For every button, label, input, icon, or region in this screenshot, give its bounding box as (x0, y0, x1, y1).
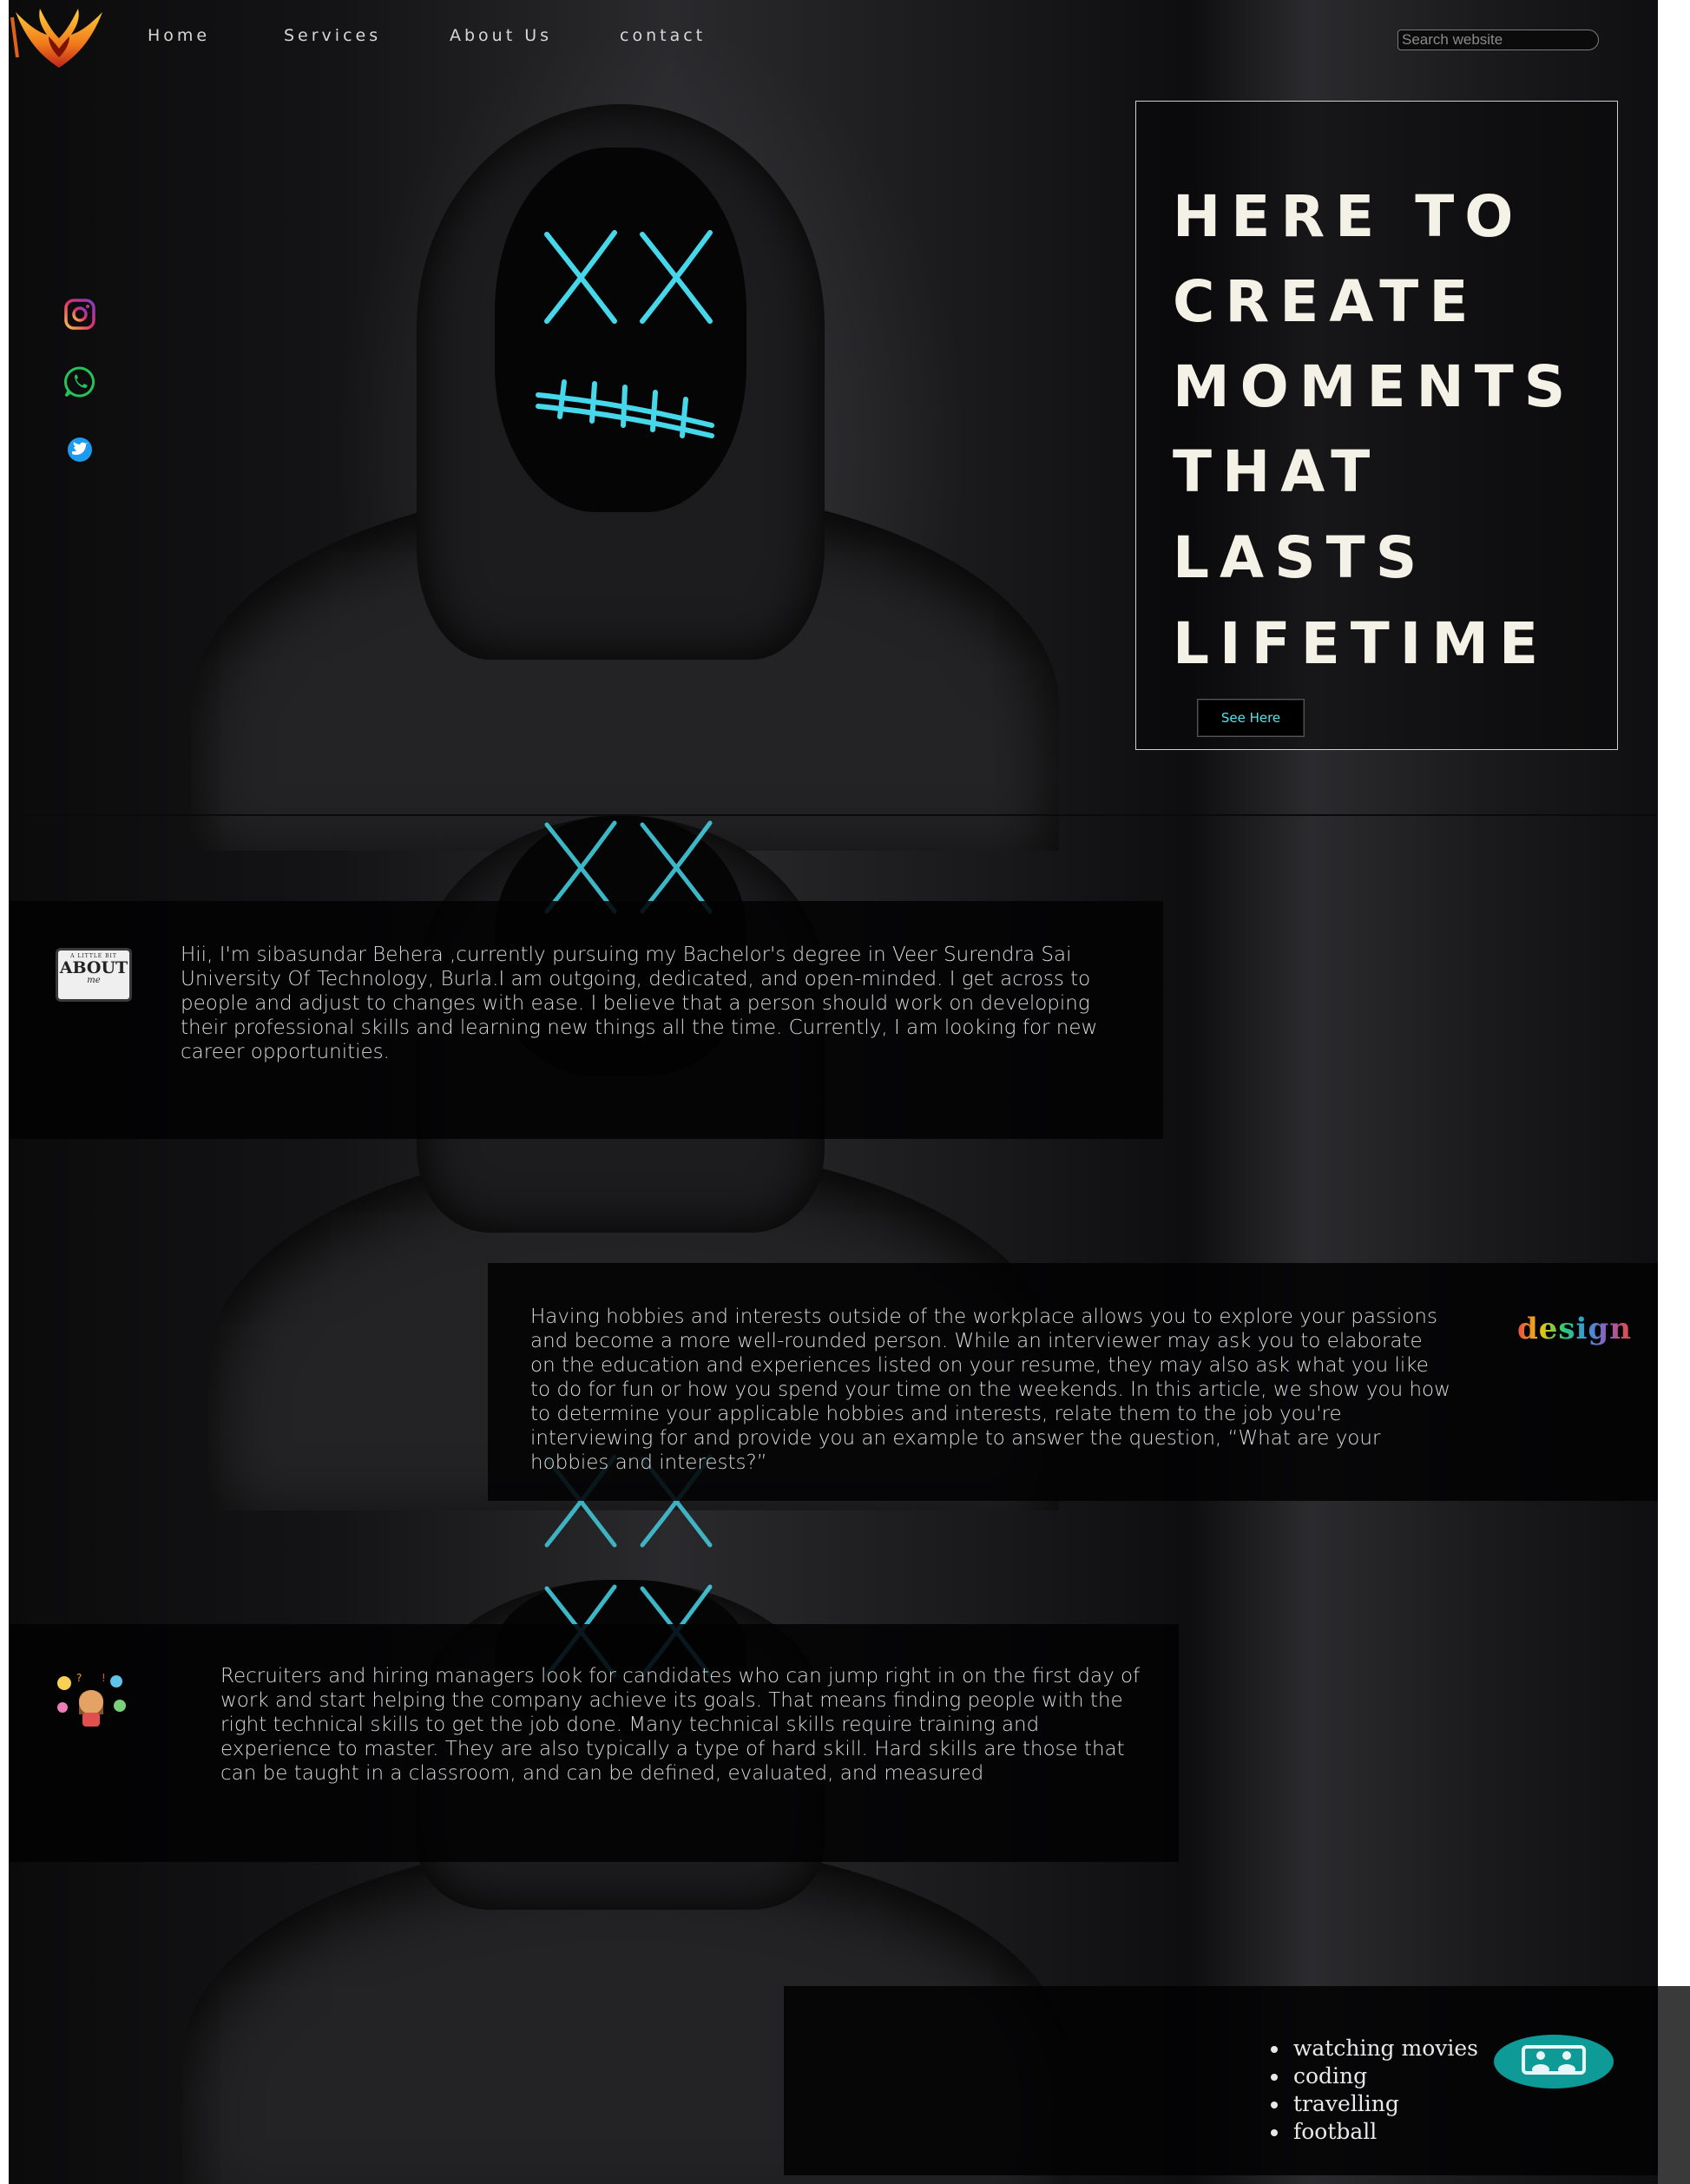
design-sticker: design (1517, 1312, 1631, 1357)
nav-services[interactable]: Services (284, 26, 381, 45)
about-badge-me: me (87, 976, 101, 985)
hero-card: HERE TO CREATE MOMENTS THAT LASTS LIFETI… (1135, 101, 1618, 750)
hobbies-list: watching movies coding travelling footba… (1267, 2035, 1478, 2146)
nav-home[interactable]: Home (148, 26, 210, 45)
nav-about-us[interactable]: About Us (450, 26, 552, 45)
svg-text:?: ? (76, 1672, 82, 1684)
hobby-item: travelling (1290, 2090, 1478, 2118)
hero-line-6: LIFETIME (1173, 610, 1549, 677)
right-gutter (1658, 0, 1690, 2184)
twitter-icon[interactable] (62, 432, 97, 467)
hobby-item: coding (1290, 2062, 1478, 2090)
nav-contact[interactable]: contact (620, 26, 706, 45)
phoenix-logo-icon[interactable] (9, 5, 109, 75)
skills-panel: ? ! Recruiters and hiring managers look … (9, 1624, 1179, 1862)
skills-text: Recruiters and hiring managers look for … (220, 1665, 1141, 1785)
design-sticker-text: design (1517, 1312, 1632, 1346)
section-divider (9, 814, 1658, 816)
scrollbar-fragment[interactable] (1658, 1986, 1690, 2184)
hobbies-badge (1494, 2035, 1614, 2089)
page-background: Home Services About Us contact HERE TO C… (9, 0, 1658, 2184)
about-badge-title: ABOUT (59, 958, 128, 977)
see-here-button[interactable]: See Here (1197, 699, 1305, 737)
svg-text:!: ! (102, 1672, 106, 1684)
search-input[interactable] (1397, 30, 1599, 50)
team-icon (1522, 2045, 1586, 2075)
skills-illustration-icon: ? ! (57, 1672, 126, 1727)
hobby-item: football (1290, 2118, 1478, 2146)
about-panel: A LITTLE BIT ABOUT me Hii, I'm sibasunda… (9, 901, 1163, 1139)
interests-text: Having hobbies and interests outside of … (530, 1306, 1450, 1474)
hero-line-2: CREATE (1173, 268, 1479, 335)
whatsapp-icon[interactable] (62, 365, 97, 399)
instagram-icon[interactable] (62, 297, 97, 332)
hero-line-4: THAT (1173, 438, 1381, 505)
about-text: Hii, I'm sibasundar Behera ,currently pu… (181, 944, 1098, 1063)
hero-line-3: MOMENTS (1173, 353, 1576, 420)
hobby-item: watching movies (1290, 2035, 1478, 2062)
hero-line-5: LASTS (1173, 524, 1428, 591)
hobbies-panel (784, 1986, 1658, 2175)
about-me-badge: A LITTLE BIT ABOUT me (56, 948, 132, 1002)
interests-panel: Having hobbies and interests outside of … (488, 1263, 1658, 1501)
hero-line-1: HERE TO (1173, 183, 1524, 250)
